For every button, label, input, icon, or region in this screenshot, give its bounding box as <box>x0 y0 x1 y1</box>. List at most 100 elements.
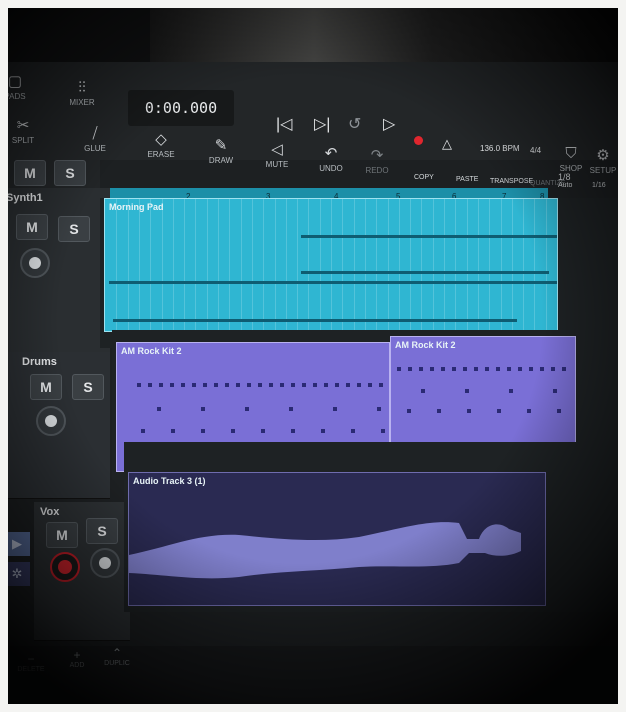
drum-hit <box>247 383 251 387</box>
rewind-icon[interactable]: |◁ <box>276 114 292 134</box>
monitor-button[interactable] <box>20 248 50 278</box>
drum-hit <box>261 429 265 433</box>
undo-icon: ↶ <box>324 145 338 162</box>
mute-button[interactable]: M <box>16 214 48 240</box>
drum-hit <box>157 407 161 411</box>
play-icon[interactable]: ▷ <box>383 114 395 134</box>
mute-button[interactable]: M <box>30 374 62 400</box>
grid-line <box>172 199 174 331</box>
solo-button[interactable]: S <box>58 216 90 242</box>
drum-hit <box>137 383 141 387</box>
grid-line <box>353 199 355 331</box>
split-button[interactable]: ✂ SPLIT <box>6 118 40 146</box>
drum-hit <box>357 383 361 387</box>
glue-icon: ⧸ <box>92 125 98 142</box>
duplicate-icon: ⌃ <box>111 646 123 660</box>
grid-line <box>466 199 468 331</box>
snap-value[interactable]: 1/8 <box>558 172 571 182</box>
drum-hit <box>463 367 467 371</box>
midi-clip-morning-pad[interactable]: Morning Pad <box>104 198 558 332</box>
drum-hit <box>225 383 229 387</box>
drum-hit <box>467 409 471 413</box>
glue-button[interactable]: ⧸ GLUE <box>78 125 112 154</box>
record-arm-button[interactable] <box>50 552 80 582</box>
mixer-button[interactable]: ⫶⫶ MIXER <box>64 80 100 108</box>
shop-button[interactable]: ⛉ SHOP <box>556 146 586 174</box>
track-lane-vox[interactable]: Audio Track 3 (1) <box>124 442 626 612</box>
audio-clip-vox[interactable]: Audio Track 3 (1) <box>128 472 546 606</box>
drum-hit <box>419 367 423 371</box>
drum-hit <box>465 389 469 393</box>
solo-button[interactable]: S <box>86 518 118 544</box>
zoom-value[interactable]: 1/16 <box>592 182 606 189</box>
play-track-icon[interactable]: ▶ <box>4 532 30 556</box>
mute-button[interactable]: M <box>46 522 78 548</box>
drum-hit <box>452 367 456 371</box>
drum-hit <box>324 383 328 387</box>
bottom-bar: − DELETE + ADD ⌃ DUPLIC <box>0 646 626 712</box>
erase-button[interactable]: ◇ ERASE <box>144 132 178 160</box>
transpose-button[interactable]: TRANSPOSE <box>490 178 533 185</box>
drum-hit <box>377 407 381 411</box>
time-signature[interactable]: 4/4 <box>530 146 541 155</box>
grid-line <box>308 199 310 331</box>
redo-button[interactable]: ↷ REDO <box>360 148 394 176</box>
drum-hit <box>430 367 434 371</box>
add-track-button[interactable]: + ADD <box>62 648 92 669</box>
drum-hit <box>518 367 522 371</box>
grid-line <box>218 199 219 331</box>
drum-hit <box>368 383 372 387</box>
draw-button[interactable]: ✎ DRAW <box>204 137 238 166</box>
midi-note <box>109 281 557 284</box>
drum-hit <box>335 383 339 387</box>
gear-icon[interactable]: ✲ <box>4 562 30 586</box>
delete-track-button[interactable]: − DELETE <box>16 652 46 673</box>
drum-hit <box>397 367 401 371</box>
drum-hit <box>203 383 207 387</box>
tempo-display[interactable]: 136.0 BPM <box>480 144 520 153</box>
track-header-drums[interactable]: Drums M S <box>0 352 110 499</box>
drum-hit <box>421 389 425 393</box>
drum-hit <box>381 429 385 433</box>
metronome-icon[interactable]: △ <box>442 136 452 152</box>
forward-icon[interactable]: ▷| <box>314 114 330 134</box>
grid-line <box>127 199 129 331</box>
copy-button[interactable]: COPY <box>414 174 434 181</box>
grid-line <box>138 199 140 331</box>
pads-button[interactable]: ▢ PADS <box>0 74 30 102</box>
mute-tool-button[interactable]: ◁ MUTE <box>260 142 294 170</box>
global-mute-button[interactable]: M <box>14 160 46 186</box>
drum-hit <box>441 367 445 371</box>
track-header-synth1[interactable]: Synth1 M S <box>0 188 110 353</box>
drum-hit <box>201 429 205 433</box>
monitor-button[interactable] <box>36 406 66 436</box>
input-monitor-button[interactable] <box>90 548 120 578</box>
grid-line <box>251 199 253 331</box>
solo-button[interactable]: S <box>72 374 104 400</box>
snap-mode[interactable]: Auto <box>558 182 572 189</box>
drum-hit <box>379 383 383 387</box>
duplicate-track-button[interactable]: ⌃ DUPLIC <box>100 646 134 667</box>
paste-button[interactable]: PASTE <box>456 176 478 183</box>
undo-button[interactable]: ↶ UNDO <box>314 145 348 174</box>
track-header-vox[interactable]: Vox M S <box>34 502 130 641</box>
drum-hit <box>159 383 163 387</box>
background-glare <box>150 0 620 62</box>
midi-clip-drums-2[interactable]: AM Rock Kit 2 <box>390 336 576 444</box>
drum-hit <box>529 367 533 371</box>
track-lane-synth1[interactable]: Morning Pad <box>100 198 626 348</box>
pencil-icon: ✎ <box>214 137 228 154</box>
grid-line <box>195 199 197 331</box>
top-toolbar: ▢ PADS ⫶⫶ MIXER 0:00.000 |◁ ▷| ↺ ▷ △ ✂ S… <box>0 62 626 175</box>
grid-line <box>500 199 502 331</box>
drum-hit <box>527 409 531 413</box>
photo-frame: ▢ PADS ⫶⫶ MIXER 0:00.000 |◁ ▷| ↺ ▷ △ ✂ S… <box>0 0 626 712</box>
record-icon[interactable] <box>414 136 423 145</box>
minus-icon: − <box>27 652 35 666</box>
grid-line <box>331 199 332 331</box>
grid-line <box>274 199 276 331</box>
global-solo-button[interactable]: S <box>54 160 86 186</box>
clip-label: AM Rock Kit 2 <box>121 346 182 356</box>
loop-icon[interactable]: ↺ <box>348 114 361 134</box>
drum-hit <box>507 367 511 371</box>
